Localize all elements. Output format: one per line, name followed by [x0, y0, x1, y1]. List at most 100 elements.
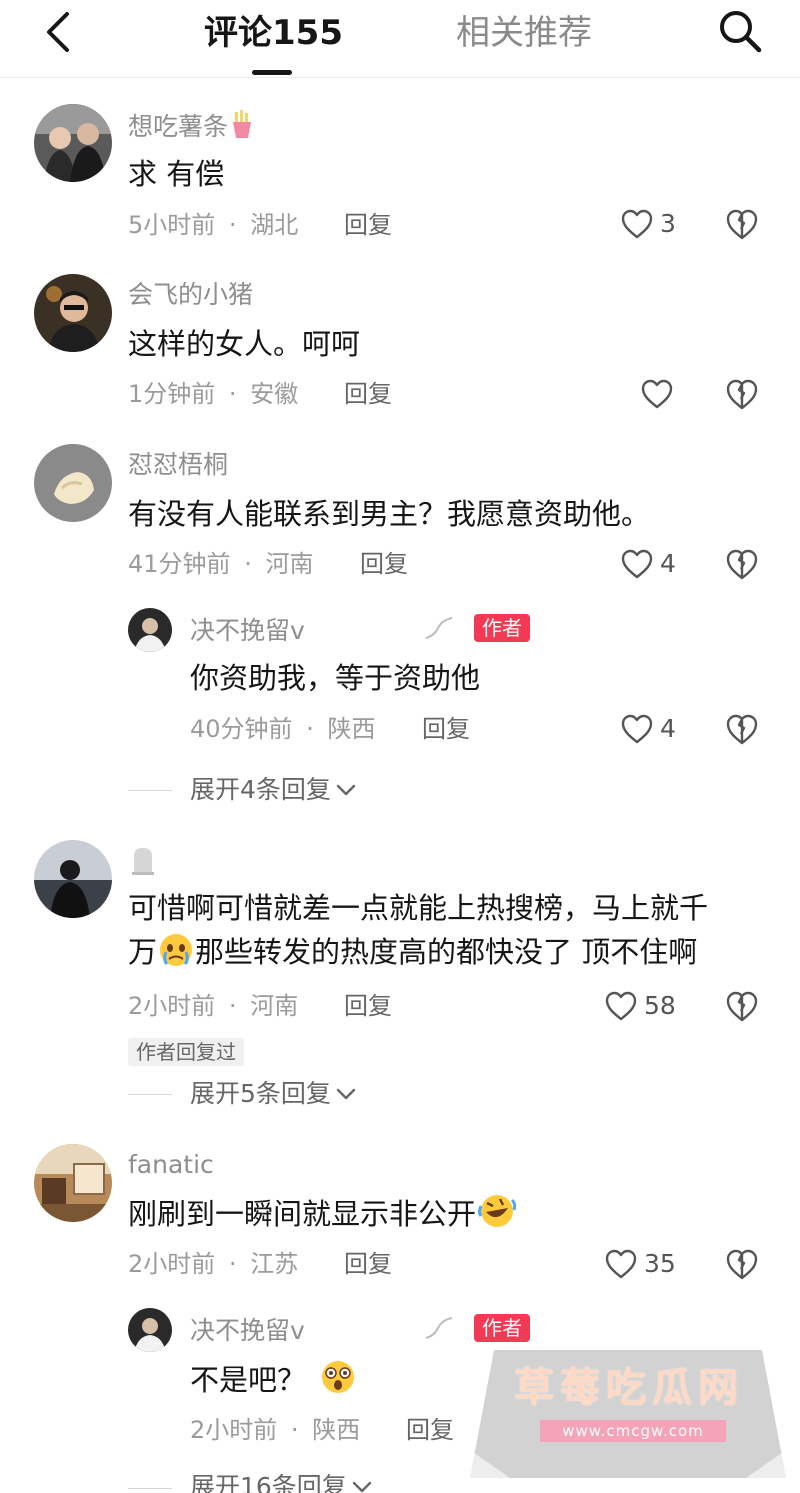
astonished-face-emoji-icon — [322, 1361, 355, 1393]
comment-time: 2小时前 — [128, 1250, 216, 1278]
broken-heart-icon[interactable] — [724, 206, 760, 242]
reply-location: 陕西 — [327, 715, 376, 743]
heart-outline-icon — [621, 209, 653, 239]
reply-button[interactable]: 回复 — [360, 549, 408, 579]
broken-heart-icon[interactable] — [724, 1246, 760, 1282]
rolling-laughing-emoji-icon — [478, 1195, 517, 1227]
author-replied-tag: 作者回复过 — [128, 1038, 244, 1066]
comment-text: 可惜啊可惜就差一点就能上热搜榜，马上就千 万 那些转发的热度高的都快没了 顶不住啊 — [128, 888, 708, 972]
comment-location: 河南 — [265, 550, 314, 578]
reply-text-fragment: 不是吧？ — [190, 1363, 307, 1397]
comment-time: 5小时前 — [128, 211, 216, 239]
meta-separator: · — [306, 715, 314, 743]
comment-meta: 5小时前 · 湖北 — [128, 210, 298, 240]
broken-heart-icon[interactable] — [724, 376, 760, 412]
like-count: 35 — [644, 1249, 676, 1278]
reply-meta: 40分钟前 · 陕西 — [190, 714, 375, 744]
reply-button[interactable]: 回复 — [344, 210, 392, 240]
comment-location: 湖北 — [250, 211, 299, 239]
meta-separator: · — [228, 211, 237, 239]
chevron-left-icon — [47, 12, 69, 52]
back-button[interactable] — [36, 10, 80, 54]
like-button[interactable]: 3 — [620, 206, 676, 242]
tab-comments[interactable]: 评论155 — [204, 12, 343, 54]
broken-heart-icon[interactable] — [724, 711, 760, 747]
comment-text-fragment: 刚刷到一瞬间就显示非公开 — [128, 1197, 477, 1231]
avatar[interactable] — [34, 1144, 112, 1222]
heart-outline-icon — [605, 991, 637, 1021]
reply-button[interactable]: 回复 — [406, 1415, 454, 1445]
heart-outline-icon — [621, 714, 653, 744]
heart-outline-icon — [621, 549, 653, 579]
tombstone-emoji-icon — [132, 848, 154, 875]
comment-meta: 1分钟前 · 安徽 — [128, 379, 298, 409]
like-button[interactable]: 4 — [620, 711, 676, 747]
comment-meta: 2小时前 · 河南 — [128, 991, 298, 1021]
expand-replies-button[interactable]: 展开5条回复 — [190, 1079, 357, 1109]
comment-username[interactable]: 会飞的小猪 — [128, 280, 253, 310]
reply-button[interactable]: 回复 — [422, 714, 470, 744]
like-button[interactable]: 58 — [604, 988, 676, 1024]
like-count: 4 — [660, 549, 676, 578]
comment-meta: 2小时前 · 江苏 — [128, 1249, 298, 1279]
active-tab-indicator — [252, 70, 292, 75]
comment-text: 刚刷到一瞬间就显示非公开 — [128, 1192, 518, 1234]
top-navigation-bar: 评论155 相关推荐 — [0, 0, 800, 78]
comment-text-fragment: 万 — [128, 935, 158, 969]
comment-location: 河南 — [250, 992, 299, 1020]
like-count: 3 — [660, 209, 676, 238]
watermark-url: www.cmcgw.com — [540, 1420, 726, 1442]
meta-separator: · — [228, 992, 237, 1020]
comment-time: 1分钟前 — [128, 380, 216, 408]
expand-replies-label: 展开5条回复 — [190, 1079, 331, 1108]
like-count: 58 — [644, 991, 676, 1020]
expand-divider — [128, 790, 172, 791]
reply-avatar[interactable] — [128, 1308, 172, 1352]
avatar[interactable] — [34, 840, 112, 918]
like-button[interactable]: 4 — [620, 546, 676, 582]
reply-username[interactable]: 决不挽留v — [190, 1316, 305, 1346]
comment-text: 求 有偿 — [128, 157, 225, 191]
reply-username[interactable]: 决不挽留v — [190, 616, 305, 646]
comment-text-line: 可惜啊可惜就差一点就能上热搜榜，马上就千 — [128, 891, 709, 925]
comment-time: 2小时前 — [128, 992, 216, 1020]
crying-face-emoji-icon — [160, 934, 193, 966]
expand-divider — [128, 1094, 172, 1095]
comment-username[interactable]: 怼怼梧桐 — [128, 450, 228, 480]
reply-button[interactable]: 回复 — [344, 991, 392, 1021]
author-badge: 作者 — [474, 1314, 530, 1342]
reply-button[interactable]: 回复 — [344, 379, 392, 409]
chevron-down-icon — [336, 784, 356, 796]
tab-related-recommendations[interactable]: 相关推荐 — [456, 12, 592, 54]
expand-replies-label: 展开4条回复 — [190, 775, 331, 804]
avatar[interactable] — [34, 104, 112, 182]
reply-time: 2小时前 — [190, 1416, 278, 1444]
like-button[interactable] — [640, 376, 680, 412]
comment-text-fragment: 那些转发的热度高的都快没了 顶不住啊 — [195, 935, 698, 969]
expand-replies-label: 展开16条回复 — [190, 1472, 347, 1493]
heart-outline-icon — [641, 379, 673, 409]
comment-username[interactable]: fanatic — [128, 1150, 214, 1180]
squiggle-icon — [425, 1317, 453, 1339]
broken-heart-icon[interactable] — [724, 988, 760, 1024]
expand-replies-button[interactable]: 展开4条回复 — [190, 775, 357, 805]
fries-emoji-icon — [233, 110, 252, 138]
expand-divider — [128, 1488, 172, 1489]
avatar[interactable] — [34, 274, 112, 352]
avatar[interactable] — [34, 444, 112, 522]
comment-username[interactable]: 想吃薯条 — [128, 110, 254, 142]
squiggle-icon — [425, 617, 453, 639]
reply-button[interactable]: 回复 — [344, 1249, 392, 1279]
meta-separator: · — [228, 1250, 237, 1278]
like-button[interactable]: 35 — [604, 1246, 676, 1282]
reply-text: 你资助我，等于资助他 — [190, 661, 481, 695]
reply-meta: 2小时前 · 陕西 — [190, 1415, 360, 1445]
expand-replies-button[interactable]: 展开16条回复 — [190, 1472, 373, 1493]
search-button[interactable] — [712, 6, 768, 56]
chevron-down-icon — [336, 1088, 356, 1100]
reply-text: 不是吧？ — [190, 1358, 360, 1400]
watermark-overlay: 草莓吃瓜网 www.cmcgw.com — [470, 1350, 786, 1478]
reply-avatar[interactable] — [128, 608, 172, 652]
broken-heart-icon[interactable] — [724, 546, 760, 582]
reply-location: 陕西 — [312, 1416, 361, 1444]
